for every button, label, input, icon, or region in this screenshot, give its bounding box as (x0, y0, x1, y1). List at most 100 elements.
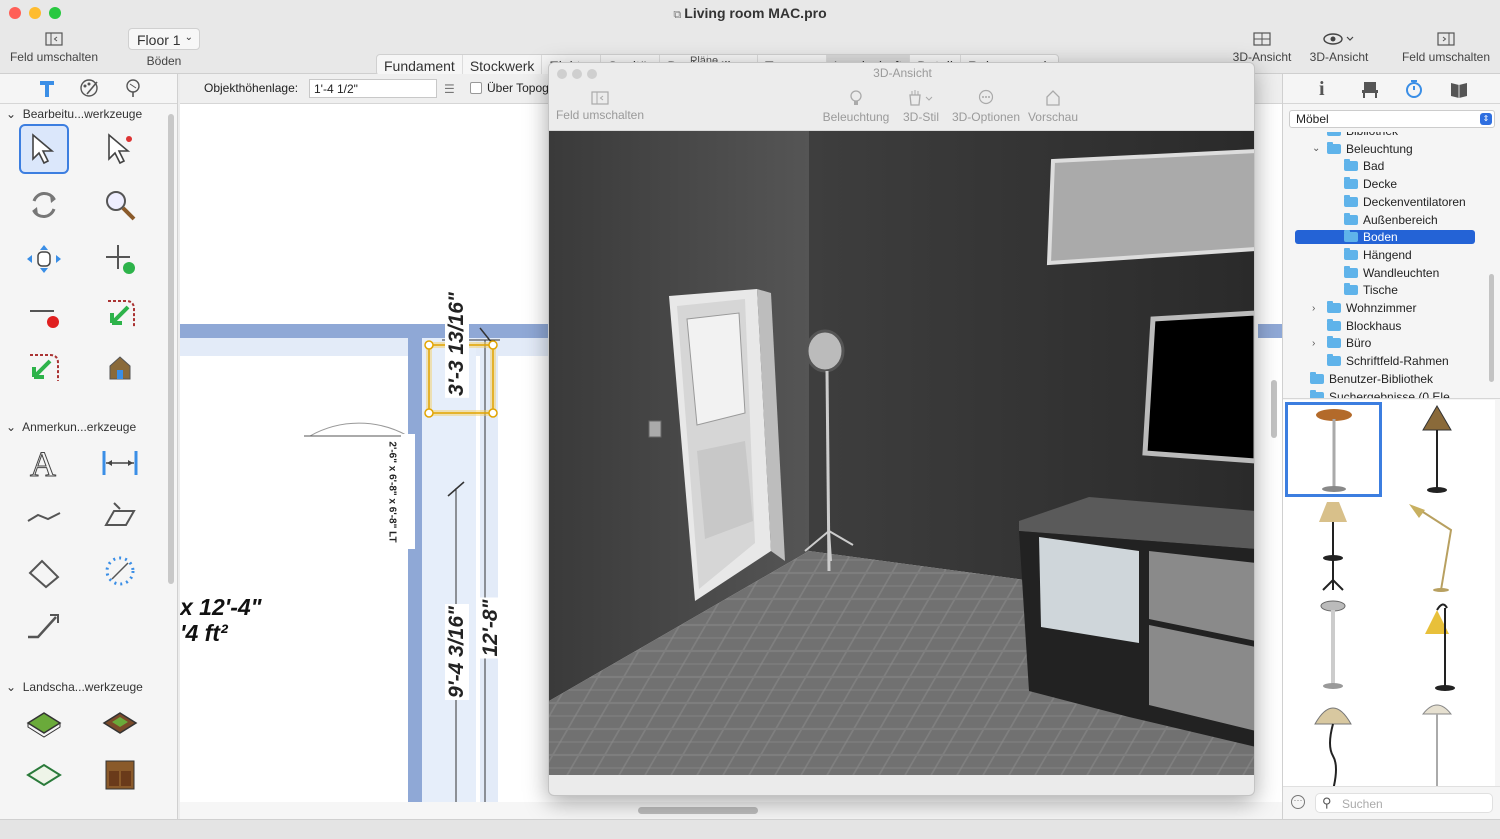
leader-line-tool[interactable] (19, 600, 69, 650)
rotate-tool[interactable] (19, 180, 69, 230)
render-style-button[interactable]: 3D-Stil (899, 89, 943, 124)
hammer-tab-icon[interactable] (38, 78, 56, 98)
tree-tab-icon[interactable] (122, 78, 144, 98)
tree-item[interactable]: › Büro (1312, 336, 1371, 350)
tree-item[interactable]: Tische (1329, 283, 1398, 297)
text-tool[interactable]: A (19, 438, 69, 488)
delete-point-tool[interactable] (19, 288, 69, 338)
library-thumbnails (1283, 400, 1495, 786)
tree-item[interactable]: Decke (1329, 177, 1397, 191)
book-tab-icon[interactable] (1449, 80, 1469, 98)
fillet-tool[interactable] (95, 288, 145, 338)
document-icon: ⧉ (673, 9, 685, 21)
select-tool[interactable] (19, 124, 69, 174)
tree-item-label: Beleuchtung (1346, 141, 1413, 156)
break-line-tool[interactable] (19, 342, 69, 392)
tree-item[interactable]: Schriftfeld-Rahmen (1312, 354, 1449, 368)
scroll-thumb[interactable] (638, 807, 758, 814)
tree-item[interactable]: Hängend (1329, 247, 1412, 262)
view-3d-window[interactable]: 3D-Ansicht Feld umschalten Beleuchtung 3… (548, 62, 1255, 796)
tree-item[interactable]: Benutzer-Bibliothek (1295, 371, 1433, 386)
thumbnail-floor-lamp-8[interactable] (1389, 696, 1486, 786)
tree-item[interactable]: Suchergebnisse (0 Ele (1295, 389, 1450, 398)
info-tab-icon[interactable]: i (1319, 78, 1325, 101)
plan-tab-fundament[interactable]: Fundament (377, 55, 463, 75)
tree-item[interactable]: › Wohnzimmer (1312, 301, 1416, 315)
thumbnail-floor-lamp-5[interactable] (1285, 598, 1382, 693)
section-header-landscape-tools[interactable]: ⌄ Landscha...werkzeuge (6, 680, 143, 694)
list-icon[interactable]: ☰ (444, 82, 455, 96)
chevron-right-icon[interactable]: › (1312, 303, 1322, 314)
more-options-icon[interactable]: ··· (1291, 795, 1305, 809)
thumbnail-floor-lamp-4[interactable] (1389, 500, 1486, 595)
thumbnail-floor-lamp-3[interactable] (1285, 500, 1382, 595)
section-header-edit-tools[interactable]: ⌄ Bearbeitu...werkzeuge (6, 107, 142, 121)
zoom-tool[interactable] (95, 180, 145, 230)
dimension-label-2[interactable]: 9'-4 3/16" (445, 603, 469, 701)
thumbnail-floor-lamp-7[interactable] (1285, 696, 1382, 786)
library-category-select[interactable]: Möbel ⇕ (1289, 110, 1495, 128)
select-marquee-tool[interactable] (95, 124, 145, 174)
door-label[interactable]: 2'-6" x 6'-8" x 6'-8" LT (387, 441, 398, 542)
terrain-path-tool[interactable] (19, 750, 69, 800)
chair-tab-icon[interactable] (1361, 80, 1379, 98)
chevron-right-icon[interactable]: › (1312, 338, 1322, 349)
tree-item-label: Blockhaus (1346, 318, 1402, 333)
folder-icon (1327, 354, 1341, 367)
tree-item[interactable]: Wandleuchten (1329, 265, 1439, 280)
tree-scrollbar[interactable] (1489, 274, 1494, 382)
tree-item[interactable]: Bad (1329, 159, 1384, 173)
floor-select[interactable]: Floor 1 ⌄ (128, 28, 200, 50)
right-panel-toggle-button[interactable]: Feld umschalten (1398, 32, 1494, 64)
tree-item[interactable]: Boden (1295, 230, 1475, 245)
room-label[interactable]: x 12'-4" '4 ft² (180, 594, 262, 646)
pan-tool[interactable] (19, 234, 69, 284)
folder-icon (1344, 159, 1358, 172)
3d-options-button[interactable]: 3D-Optionen (949, 89, 1023, 124)
object-height-input[interactable]: 1'-4 1/2" (309, 79, 437, 98)
view-3d-dropdown-button[interactable]: 3D-Ansicht (1304, 32, 1374, 64)
plan-horizontal-scrollbar[interactable] (180, 802, 1282, 819)
add-point-tool[interactable] (95, 234, 145, 284)
lighting-button[interactable]: Beleuchtung (819, 89, 893, 124)
preview-button[interactable]: Vorschau (1025, 89, 1081, 124)
search-icon: ⚲ (1322, 795, 1332, 810)
revision-tool[interactable] (19, 546, 69, 596)
dimension-label-1[interactable]: 3'-3 13/16" (445, 290, 469, 398)
dimension-icon (102, 451, 138, 475)
cloud-tool[interactable] (95, 546, 145, 596)
plan-vertical-scroll-thumb[interactable] (1271, 380, 1277, 438)
cabinet-tool[interactable] (95, 750, 145, 800)
plan-tab-stockwerk[interactable]: Stockwerk (463, 55, 543, 75)
eye-icon (1323, 33, 1354, 45)
view-3d-panel-toggle-button[interactable]: Feld umschalten (553, 91, 647, 122)
tools-scrollbar[interactable] (168, 114, 174, 584)
library-search-field[interactable]: ⚲ Suchen (1315, 793, 1493, 813)
dimension-tool[interactable] (95, 438, 145, 488)
3d-rendered-scene[interactable] (549, 131, 1255, 775)
topo-checkbox[interactable] (470, 82, 482, 94)
object-height-label: Objekthöhenlage: (204, 81, 299, 95)
terrain-tool[interactable] (19, 698, 69, 748)
tree-item[interactable]: Blockhaus (1312, 318, 1402, 333)
thumbnail-floor-lamp-1[interactable] (1285, 402, 1382, 497)
dimension-label-3[interactable]: 12'-8" (479, 597, 503, 659)
tree-item[interactable]: ⌄ Beleuchtung (1312, 141, 1413, 156)
chevron-down-icon[interactable]: ⌄ (1312, 143, 1322, 154)
left-panel-toggle-button[interactable]: Feld umschalten (6, 32, 102, 64)
thumbnail-floor-lamp-6[interactable] (1389, 598, 1486, 693)
clock-tab-icon[interactable] (1405, 79, 1423, 99)
tree-item[interactable]: Bibliothek (1312, 132, 1398, 138)
column-lamp-icon (1320, 600, 1346, 689)
home-tool[interactable] (95, 342, 145, 392)
section-header-annotation-tools[interactable]: ⌄ Anmerkun...erkzeuge (6, 420, 136, 434)
terrain-region-tool[interactable] (95, 698, 145, 748)
marker-tool[interactable] (95, 492, 145, 542)
palette-tab-icon[interactable] (78, 78, 100, 98)
callout-tool[interactable] (19, 492, 69, 542)
thumbnail-floor-lamp-2[interactable] (1389, 402, 1486, 497)
tree-item[interactable]: Außenbereich (1329, 212, 1438, 227)
arrow-line-icon (27, 512, 61, 522)
camera-3d-view-button[interactable]: 3D-Ansicht (1228, 32, 1296, 64)
tree-item[interactable]: Deckenventilatoren (1329, 194, 1466, 209)
